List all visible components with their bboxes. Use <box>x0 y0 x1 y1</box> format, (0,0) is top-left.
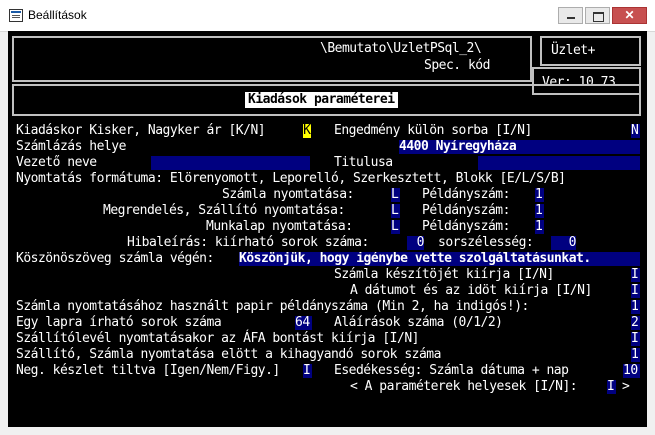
papir-field[interactable]: 1 <box>631 300 640 314</box>
kihagyando-label: Szállító, Számla nyomtatása elött a kiha… <box>16 347 441 362</box>
sorok-field[interactable]: 64 <box>295 316 312 330</box>
munkalap-peldanyszam-field[interactable]: 1 <box>535 220 544 234</box>
alairasok-label: Aláírások száma (0/1/2) <box>334 315 503 330</box>
szamla-nyomtatasa-label: Számla nyomtatása: <box>222 187 354 202</box>
nyomtatas-formatuma-label: Nyomtatás formátuma: Elörenyomott, Lepor… <box>16 171 566 186</box>
window-title: Beállítások <box>28 8 87 22</box>
parameterek-field[interactable]: I <box>607 380 616 394</box>
esedekesseg-field[interactable]: 10 <box>623 364 640 378</box>
code-label: Spec. kód <box>424 58 490 73</box>
console-app-icon[interactable] <box>9 9 23 22</box>
afa-label: Szállítólevél nyomtatásakor az ÁFA bontá… <box>16 331 419 346</box>
title-bar: Beállítások ✕ <box>0 0 655 32</box>
afa-field[interactable]: I <box>631 332 640 346</box>
sorszelesseg-field[interactable]: 0 <box>551 236 576 250</box>
alairasok-field[interactable]: 2 <box>631 316 640 330</box>
megrendeles-label: Megrendelés, Szállító nyomtatása: <box>103 203 345 218</box>
engedmeny-field[interactable]: N <box>631 124 640 138</box>
koszonoszoveg-label: Köszönöszöveg számla végén: <box>16 251 214 266</box>
maximize-button[interactable] <box>585 7 610 24</box>
vezeto-neve-label: Vezető neve <box>16 155 97 170</box>
datumot-field[interactable]: I <box>631 284 640 298</box>
munkalap-peldanyszam-label: Példányszám: <box>422 219 510 234</box>
esedekesseg-label: Esedékesség: Számla dátuma + nap <box>334 363 569 378</box>
engedmeny-label: Engedmény külön sorba [I/N] <box>334 123 532 138</box>
keszitojet-label: Számla készítöjét kiírja [I/N] <box>334 267 554 282</box>
papir-label: Számla nyomtatásához használt papir péld… <box>16 299 529 314</box>
minimize-icon <box>567 17 575 19</box>
megrendeles-peldanyszam-field[interactable]: 1 <box>535 204 544 218</box>
maximize-icon <box>593 12 604 22</box>
titulusa-label: Titulusa <box>334 155 393 170</box>
close-icon: ✕ <box>624 8 635 22</box>
kiadaskor-field[interactable]: K <box>303 124 311 138</box>
parameterek-label: < A paraméterek helyesek [I/N]: <box>350 379 578 394</box>
datumot-label: A dátumot és az idöt kiírja [I/N] <box>350 283 592 298</box>
megrendeles-field[interactable]: L <box>391 204 400 218</box>
minimize-button[interactable] <box>558 7 583 24</box>
titulusa-field[interactable] <box>478 156 640 170</box>
hibaleiras-field[interactable]: 0 <box>407 236 424 250</box>
szamla-nyomtatasa-field[interactable]: L <box>391 188 400 202</box>
keszitojet-field[interactable]: I <box>631 268 640 282</box>
koszonoszoveg-field[interactable]: Köszönjük, hogy igénybe vette szolgáltat… <box>239 252 640 266</box>
sorok-label: Egy lapra írható sorok száma <box>16 315 222 330</box>
szamla-peldanyszam-field[interactable]: 1 <box>535 188 544 202</box>
szamlazas-helye-label: Számlázás helye <box>16 139 126 154</box>
neg-keszlet-field[interactable]: I <box>303 364 312 378</box>
neg-keszlet-label: Neg. készlet tiltva [Igen/Nem/Figy.] <box>16 363 280 378</box>
szamla-peldanyszam-label: Példányszám: <box>422 187 510 202</box>
sorszelesseg-label: sorszélesség: <box>438 235 534 250</box>
console-area: \Bemutato\UzletPSql_2\ Spec. kód Üzlet+ … <box>8 31 647 427</box>
megrendeles-peldanyszam-label: Példányszám: <box>422 203 510 218</box>
kihagyando-field[interactable]: 1 <box>631 348 640 362</box>
szamlazas-helye-field[interactable]: 4400 Nyíregyháza <box>399 140 640 154</box>
vezeto-neve-field[interactable] <box>151 156 310 170</box>
path-text: \Bemutato\UzletPSql_2\ <box>320 41 482 56</box>
module-name: Üzlet+ <box>551 43 595 58</box>
hibaleiras-label: Hibaleírás: kiírható sorok száma: <box>127 235 369 250</box>
parameterek-suffix: > <box>622 379 630 394</box>
close-button[interactable]: ✕ <box>612 7 647 24</box>
munkalap-field[interactable]: L <box>391 220 400 234</box>
screen-title: Kiadások paraméterei <box>245 92 398 108</box>
kiadaskor-label: Kiadáskor Kisker, Nagyker ár [K/N] <box>16 123 266 138</box>
munkalap-label: Munkalap nyomtatása: <box>206 219 353 234</box>
